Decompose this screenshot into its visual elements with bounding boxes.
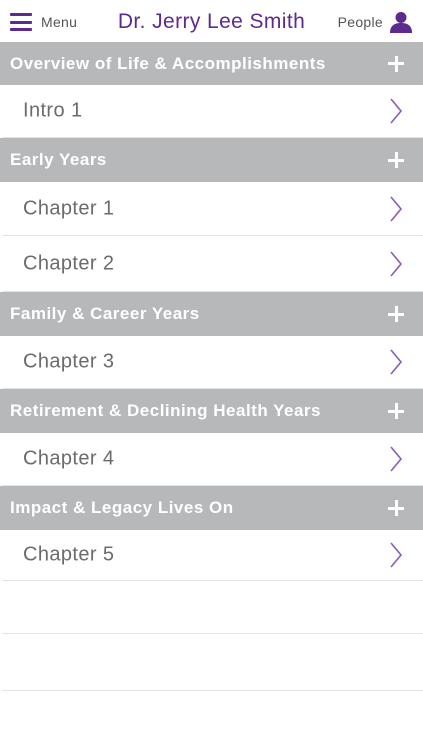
section-header-overview[interactable]: Overview of Life & Accomplishments xyxy=(0,42,423,85)
list-item-chapter-1[interactable]: Chapter 1 xyxy=(2,182,423,236)
chevron-right-icon xyxy=(390,542,403,568)
list-item-label: Chapter 2 xyxy=(23,252,115,274)
plus-icon[interactable] xyxy=(388,152,404,168)
chevron-right-icon xyxy=(390,98,403,124)
section-title: Early Years xyxy=(10,150,107,169)
empty-row-divider xyxy=(2,690,423,691)
section-header-impact-legacy[interactable]: Impact & Legacy Lives On xyxy=(0,486,423,530)
section-header-family-career[interactable]: Family & Career Years xyxy=(0,292,423,336)
plus-icon[interactable] xyxy=(388,306,404,322)
list-item-label: Chapter 1 xyxy=(23,197,115,219)
list-item-label: Chapter 4 xyxy=(23,447,115,470)
section-title: Overview of Life & Accomplishments xyxy=(10,53,326,73)
list-item-chapter-2[interactable]: Chapter 2 xyxy=(2,236,423,292)
list-item-chapter-4[interactable]: Chapter 4 xyxy=(2,433,423,486)
plus-icon[interactable] xyxy=(388,55,404,72)
plus-icon[interactable] xyxy=(388,500,404,516)
chevron-right-icon xyxy=(390,250,403,277)
list-item-chapter-5[interactable]: Chapter 5 xyxy=(2,530,423,581)
chevron-right-icon xyxy=(390,349,403,375)
list-item-label: Chapter 3 xyxy=(23,350,115,373)
chevron-right-icon xyxy=(390,446,403,472)
top-bar: Menu Dr. Jerry Lee Smith People xyxy=(0,0,423,44)
section-title: Impact & Legacy Lives On xyxy=(10,498,234,517)
section-title: Retirement & Declining Health Years xyxy=(10,401,322,420)
list-item-label: Chapter 5 xyxy=(23,543,115,566)
people-label: People xyxy=(337,14,383,30)
empty-row-divider xyxy=(2,633,423,634)
section-header-retirement[interactable]: Retirement & Declining Health Years xyxy=(0,389,423,433)
list-item-intro-1[interactable]: Intro 1 xyxy=(2,85,423,138)
person-icon xyxy=(390,12,412,33)
list-item-chapter-3[interactable]: Chapter 3 xyxy=(2,336,423,389)
list-item-label: Intro 1 xyxy=(23,99,83,122)
plus-icon[interactable] xyxy=(388,403,404,419)
people-button[interactable]: People xyxy=(338,11,413,33)
chevron-right-icon xyxy=(390,195,403,222)
section-title: Family & Career Years xyxy=(10,304,200,323)
section-header-early-years[interactable]: Early Years xyxy=(0,138,423,182)
